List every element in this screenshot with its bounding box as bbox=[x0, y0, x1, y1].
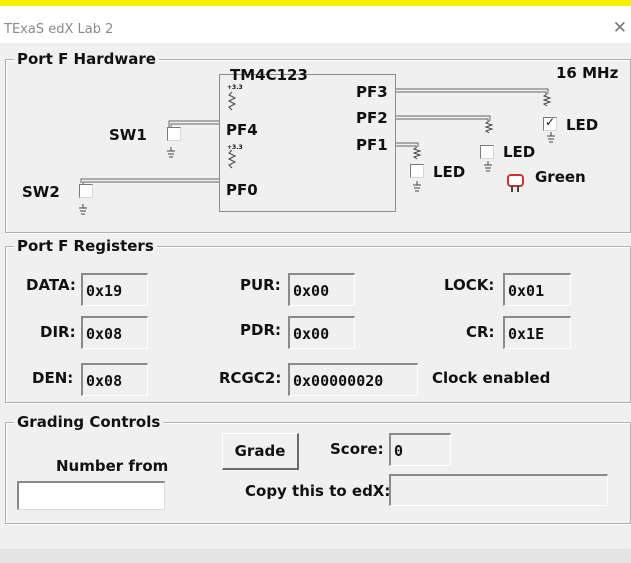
green-led-indicator-icon bbox=[507, 174, 524, 187]
data-register-label: DATA: bbox=[26, 276, 76, 294]
number-from-input[interactable] bbox=[17, 481, 165, 510]
pin-pf4-label: PF4 bbox=[226, 121, 258, 139]
data-register-value: 0x19 bbox=[81, 273, 148, 306]
led3-ground-icon bbox=[413, 181, 421, 192]
dir-register-value: 0x08 bbox=[81, 316, 148, 349]
grade-button[interactable]: Grade bbox=[222, 433, 299, 470]
led-color-label: Green bbox=[535, 168, 586, 186]
pin-pf0-label: PF0 bbox=[226, 181, 258, 199]
led1-checkbox[interactable]: ✓ bbox=[543, 115, 557, 131]
registers-group-title: Port F Registers bbox=[14, 237, 157, 255]
sw1-ground-icon bbox=[167, 147, 175, 158]
pf0-pullup-label: +3.3 bbox=[227, 144, 243, 151]
rcgc2-register-value: 0x00000020 bbox=[288, 363, 418, 396]
led1-ground-icon bbox=[547, 132, 555, 143]
den-register-value: 0x08 bbox=[81, 363, 148, 396]
den-register-label: DEN: bbox=[32, 369, 74, 387]
pur-register-label: PUR: bbox=[240, 276, 281, 294]
pf3-resistor bbox=[542, 93, 552, 107]
led2-label: LED bbox=[503, 143, 536, 161]
pin-pf3-label: PF3 bbox=[356, 83, 388, 101]
sw1-switch-checkbox[interactable] bbox=[167, 127, 181, 141]
lock-register-value: 0x01 bbox=[503, 273, 571, 306]
led3-checkbox[interactable] bbox=[410, 164, 424, 178]
copy-to-edx-label: Copy this to edX: bbox=[245, 482, 391, 500]
led2-ground-icon bbox=[484, 161, 492, 172]
pf2-resistor bbox=[484, 120, 494, 134]
pin-pf2-label: PF2 bbox=[356, 109, 388, 127]
clock-frequency: 16 MHz bbox=[556, 64, 619, 82]
pdr-register-value: 0x00 bbox=[288, 316, 355, 349]
pf4-pullup-resistor bbox=[227, 91, 237, 111]
led1-label: LED bbox=[566, 116, 599, 134]
lock-register-label: LOCK: bbox=[444, 276, 495, 294]
dir-register-label: DIR: bbox=[40, 323, 76, 341]
score-label: Score: bbox=[330, 440, 384, 458]
sw2-ground-icon bbox=[79, 204, 87, 215]
led1-check-icon: ✓ bbox=[545, 115, 556, 129]
chip-name: TM4C123 bbox=[230, 66, 308, 84]
pf1-resistor bbox=[412, 146, 422, 160]
number-from-label: Number from bbox=[56, 457, 169, 475]
sw2-label: SW2 bbox=[22, 183, 60, 201]
cr-register-value: 0x1E bbox=[503, 316, 571, 349]
sw1-label: SW1 bbox=[109, 126, 147, 144]
led2-checkbox[interactable] bbox=[480, 145, 494, 159]
score-value: 0 bbox=[389, 433, 451, 466]
rcgc2-register-label: RCGC2: bbox=[219, 369, 282, 387]
pf4-pullup-label: +3.3 bbox=[227, 84, 243, 91]
pf0-pullup-resistor bbox=[227, 149, 237, 169]
copy-to-edx-field[interactable] bbox=[389, 474, 608, 506]
cr-register-label: CR: bbox=[466, 323, 495, 341]
led3-label: LED bbox=[433, 163, 466, 181]
pur-register-value: 0x00 bbox=[288, 273, 355, 306]
pin-pf1-label: PF1 bbox=[356, 136, 388, 154]
sw2-switch-checkbox[interactable] bbox=[79, 184, 93, 198]
clock-status-text: Clock enabled bbox=[432, 369, 551, 387]
grading-group-title: Grading Controls bbox=[14, 413, 164, 431]
pdr-register-label: PDR: bbox=[240, 321, 281, 339]
